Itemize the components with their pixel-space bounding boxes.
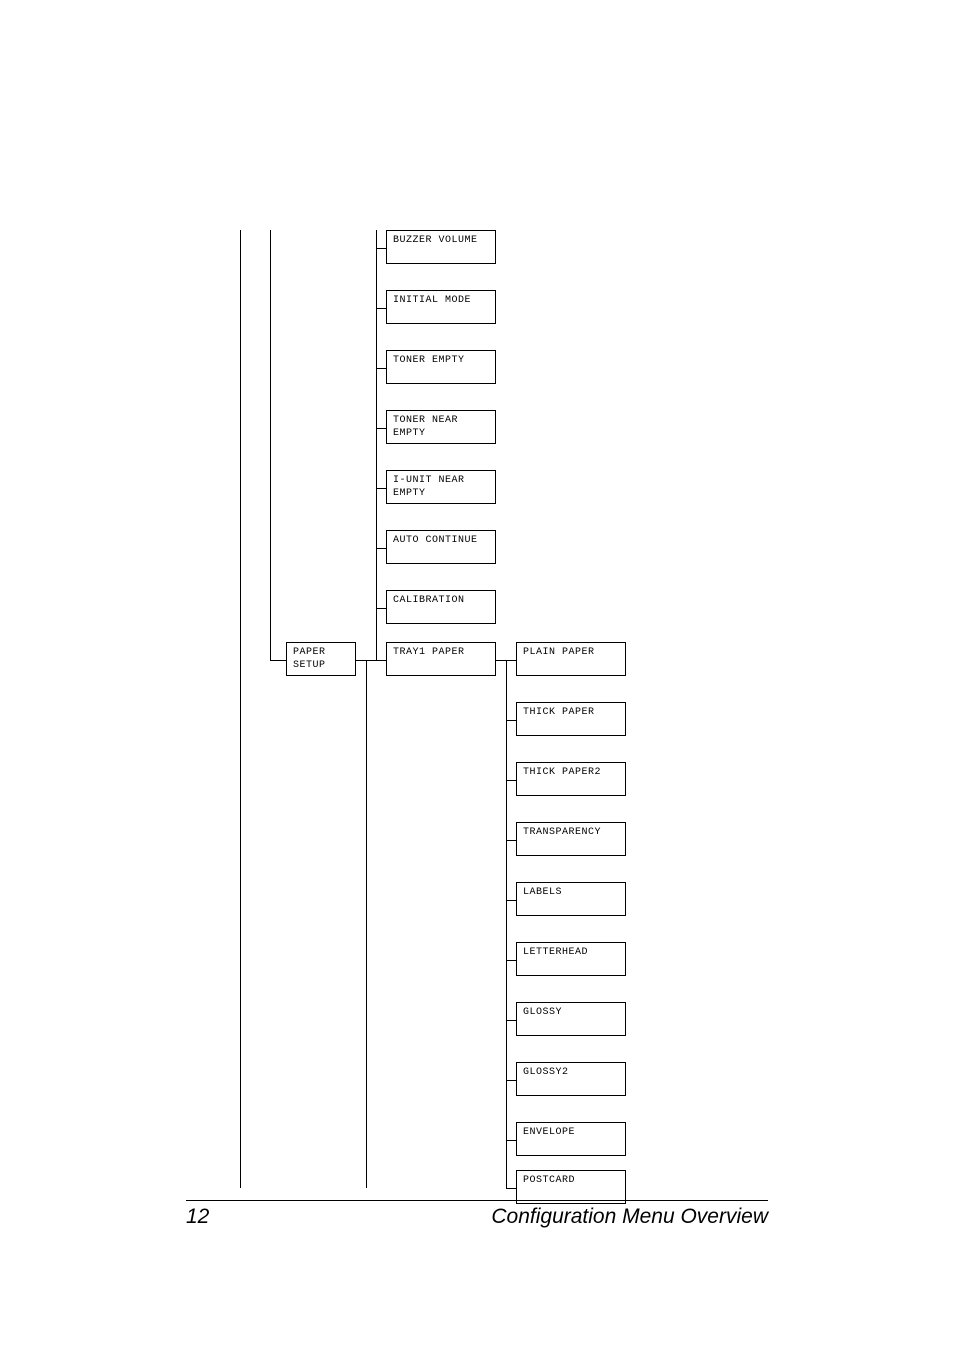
menu-item-letterhead: LETTERHEAD [516, 942, 626, 976]
label: BUZZER VOLUME [393, 235, 478, 246]
tree-connector [376, 488, 386, 489]
tree-connector [270, 660, 286, 661]
label: ENVELOPE [523, 1127, 575, 1138]
menu-item-envelope: ENVELOPE [516, 1122, 626, 1156]
tree-connector [506, 840, 516, 841]
tree-connector [496, 660, 506, 661]
label: THICK PAPER2 [523, 767, 601, 778]
tree-connector [366, 660, 367, 1188]
menu-item-toner-empty: TONER EMPTY [386, 350, 496, 384]
page-footer: 12 Configuration Menu Overview [186, 1200, 768, 1229]
label: PAPER SETUP [293, 647, 326, 671]
tree-connector [376, 230, 377, 660]
tree-connector [240, 230, 241, 1188]
tree-connector [506, 780, 516, 781]
tree-connector [506, 660, 507, 1188]
menu-item-postcard: POSTCARD [516, 1170, 626, 1204]
tree-connector [506, 1140, 516, 1141]
label: GLOSSY2 [523, 1067, 569, 1078]
tree-connector [506, 960, 516, 961]
label: TONER EMPTY [393, 355, 465, 366]
tree-connector [376, 428, 386, 429]
menu-item-toner-near-empty: TONER NEAR EMPTY [386, 410, 496, 444]
menu-item-thick-paper2: THICK PAPER2 [516, 762, 626, 796]
tree-connector [376, 608, 386, 609]
menu-item-thick-paper: THICK PAPER [516, 702, 626, 736]
label: AUTO CONTINUE [393, 535, 478, 546]
label: TRAY1 PAPER [393, 647, 465, 658]
label: LETTERHEAD [523, 947, 588, 958]
tree-connector [366, 660, 386, 661]
menu-item-buzzer-volume: BUZZER VOLUME [386, 230, 496, 264]
menu-item-tray1-paper: TRAY1 PAPER [386, 642, 496, 676]
tree-connector [506, 720, 516, 721]
menu-item-i-unit-near-empty: I-UNIT NEAR EMPTY [386, 470, 496, 504]
tree-connector [356, 660, 366, 661]
tree-connector [506, 900, 516, 901]
menu-item-labels: LABELS [516, 882, 626, 916]
label: GLOSSY [523, 1007, 562, 1018]
label: THICK PAPER [523, 707, 595, 718]
menu-item-auto-continue: AUTO CONTINUE [386, 530, 496, 564]
page-number: 12 [186, 1205, 209, 1229]
tree-connector [506, 660, 516, 661]
label: POSTCARD [523, 1175, 575, 1186]
tree-connector [376, 308, 386, 309]
label: LABELS [523, 887, 562, 898]
menu-tree-diagram: BUZZER VOLUME INITIAL MODE TONER EMPTY T… [226, 230, 746, 1190]
label: PLAIN PAPER [523, 647, 595, 658]
label: CALIBRATION [393, 595, 465, 606]
label: TRANSPARENCY [523, 827, 601, 838]
label: I-UNIT NEAR EMPTY [393, 475, 465, 499]
menu-item-plain-paper: PLAIN PAPER [516, 642, 626, 676]
menu-item-paper-setup: PAPER SETUP [286, 642, 356, 676]
tree-connector [506, 1020, 516, 1021]
label: INITIAL MODE [393, 295, 471, 306]
tree-connector [376, 548, 386, 549]
menu-item-glossy: GLOSSY [516, 1002, 626, 1036]
tree-connector [376, 248, 386, 249]
tree-connector [270, 230, 271, 660]
label: TONER NEAR EMPTY [393, 415, 458, 439]
tree-connector [376, 368, 386, 369]
menu-item-initial-mode: INITIAL MODE [386, 290, 496, 324]
tree-connector [506, 1188, 516, 1189]
menu-item-transparency: TRANSPARENCY [516, 822, 626, 856]
menu-item-glossy2: GLOSSY2 [516, 1062, 626, 1096]
tree-connector [506, 1080, 516, 1081]
footer-title: Configuration Menu Overview [491, 1205, 768, 1229]
menu-item-calibration: CALIBRATION [386, 590, 496, 624]
